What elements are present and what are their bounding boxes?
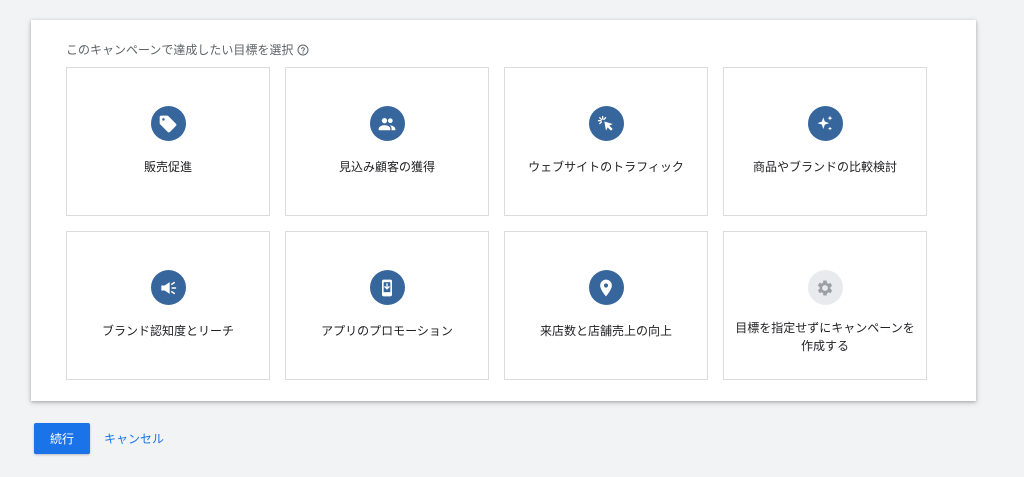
goal-selection-panel: このキャンペーンで達成したい目標を選択 販売促進 見込み顧客の獲得 ウェブサイト… (31, 20, 976, 401)
goal-label: 目標を指定せずにキャンペーンを作成する (735, 321, 915, 353)
goal-label: ブランド認知度とリーチ (101, 324, 234, 338)
cancel-button[interactable]: キャンセル (104, 430, 164, 447)
megaphone-icon (150, 270, 186, 305)
goal-label: 見込み顧客の獲得 (338, 160, 435, 174)
cursor-click-icon (588, 106, 624, 141)
goal-card-awareness[interactable]: ブランド認知度とリーチ (66, 231, 270, 380)
goal-card-app-promotion[interactable]: アプリのプロモーション (285, 231, 489, 380)
goal-heading: このキャンペーンで達成したい目標を選択 (66, 41, 309, 58)
goal-label: 商品やブランドの比較検討 (752, 160, 897, 174)
goal-label: アプリのプロモーション (321, 324, 453, 338)
goal-card-leads[interactable]: 見込み顧客の獲得 (285, 67, 489, 216)
goal-card-no-goal[interactable]: 目標を指定せずにキャンペーンを作成する (723, 231, 927, 380)
goal-card-traffic[interactable]: ウェブサイトのトラフィック (504, 67, 708, 216)
help-circle-icon[interactable] (297, 44, 309, 56)
sparkle-icon (807, 106, 843, 141)
gear-icon (807, 270, 843, 305)
mobile-download-icon (369, 270, 405, 305)
people-icon (369, 106, 405, 141)
goal-heading-text: このキャンペーンで達成したい目標を選択 (66, 43, 294, 57)
goal-grid: 販売促進 見込み顧客の獲得 ウェブサイトのトラフィック 商品やブランドの比較検討 (66, 67, 927, 380)
goal-label: 来店数と店舗売上の向上 (539, 324, 672, 338)
goal-card-consideration[interactable]: 商品やブランドの比較検討 (723, 67, 927, 216)
location-pin-icon (588, 270, 624, 305)
goal-card-store-visits[interactable]: 来店数と店舗売上の向上 (504, 231, 708, 380)
continue-button[interactable]: 続行 (34, 423, 90, 454)
goal-label: ウェブサイトのトラフィック (528, 160, 684, 174)
goal-label: 販売促進 (143, 160, 192, 174)
tag-icon (150, 106, 186, 141)
goal-card-sales[interactable]: 販売促進 (66, 67, 270, 216)
